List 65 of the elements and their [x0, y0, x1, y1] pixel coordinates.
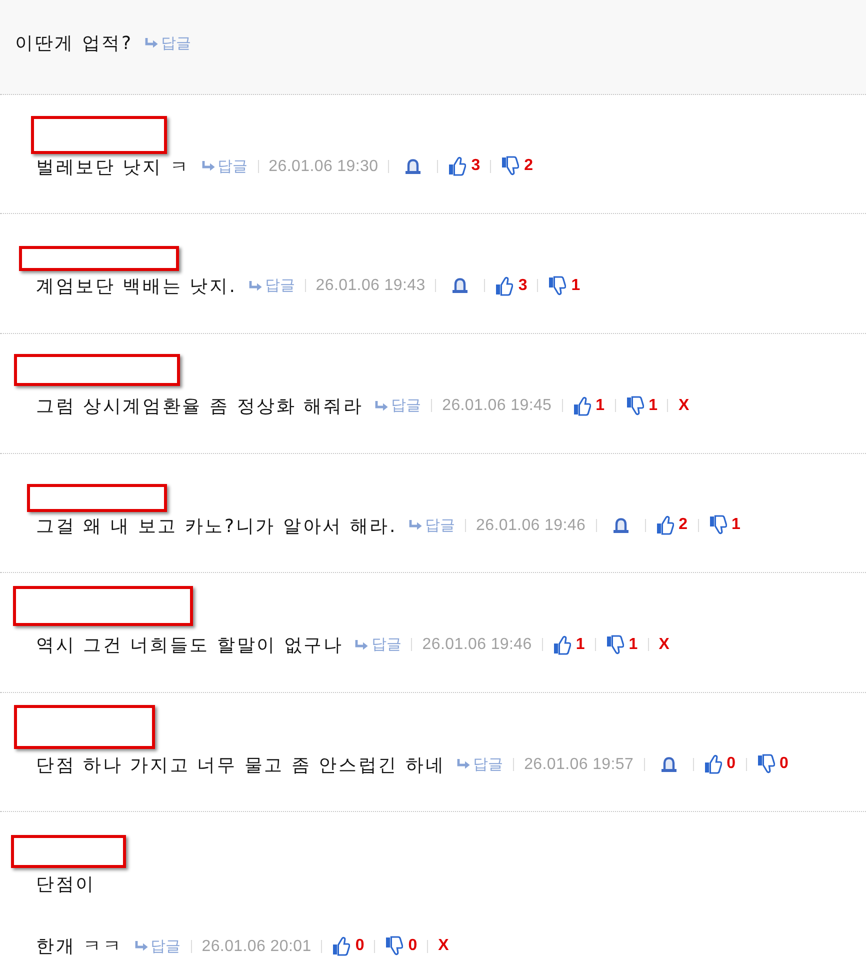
comment-date: 26.01.06 19:45 — [442, 396, 552, 416]
dislike-button[interactable]: 1 — [606, 634, 638, 655]
reply-arrow-icon — [375, 400, 388, 410]
reply-arrow-icon — [248, 280, 262, 291]
dislike-button[interactable]: 1 — [708, 515, 740, 536]
delete-button[interactable]: X — [438, 937, 449, 955]
reply-link[interactable]: 답글 — [457, 748, 504, 780]
comment-text: 그럼 상시계엄환율 좀 정상화 해줘라 — [36, 396, 364, 417]
dislike-button[interactable]: 0 — [385, 936, 418, 956]
comment-date: 26.01.06 19:46 — [476, 516, 586, 536]
siren-icon[interactable] — [612, 518, 629, 533]
reply-arrow-icon — [202, 161, 215, 172]
reply-arrow-icon — [355, 640, 368, 650]
like-button[interactable]: 3 — [448, 156, 480, 176]
delete-button[interactable]: X — [658, 636, 670, 654]
reply-arrow-icon — [457, 759, 470, 770]
siren-icon[interactable] — [660, 756, 677, 772]
comment-text: 그걸 왜 내 보고 카노?니가 알아서 해라. — [36, 516, 398, 536]
reply-link[interactable]: 답글 — [375, 390, 422, 421]
comment-date: 26.01.06 19:30 — [268, 156, 378, 177]
like-button[interactable]: 2 — [656, 515, 688, 536]
post-text: 이딴게 업적? — [15, 33, 133, 54]
thumbs-up-icon — [448, 156, 466, 176]
thumbs-down-icon — [756, 754, 775, 774]
thumbs-down-icon — [708, 515, 726, 536]
thumbs-up-icon — [704, 754, 722, 774]
thumbs-up-icon — [495, 276, 514, 296]
reply-link[interactable]: 답글 — [134, 930, 181, 962]
comment-text: 역시 그건 너희들도 할말이 없구나 — [36, 635, 344, 656]
thumbs-down-icon — [626, 396, 644, 416]
like-button[interactable]: 0 — [332, 936, 364, 956]
reply-link[interactable]: 답글 — [248, 270, 295, 302]
thumbs-down-icon — [385, 936, 404, 956]
reply-link[interactable]: 답글 — [355, 629, 402, 660]
dislike-button[interactable]: 1 — [626, 396, 658, 416]
thumbs-up-icon — [332, 936, 350, 956]
like-button[interactable]: 3 — [495, 276, 528, 296]
comment-text: 단점이 한개 ㅋㅋ — [36, 874, 123, 958]
comment-text: 계엄보단 백배는 낫지. — [36, 276, 237, 298]
reply-arrow-icon — [134, 941, 148, 951]
reply-link[interactable]: 답글 — [202, 150, 248, 182]
thumbs-up-icon — [572, 396, 591, 416]
reply-link[interactable]: 답글 — [409, 510, 456, 541]
like-button[interactable]: 0 — [704, 754, 736, 774]
thumbs-down-icon — [606, 634, 624, 655]
like-button[interactable]: 1 — [552, 634, 585, 655]
comment-text: 단점 하나 가지고 너무 물고 좀 안스럽긴 하네 — [36, 754, 446, 776]
dislike-button[interactable]: 0 — [756, 754, 788, 774]
reply-arrow-icon — [144, 38, 158, 48]
dislike-button[interactable]: 1 — [548, 276, 580, 296]
siren-icon[interactable] — [405, 158, 422, 174]
like-button[interactable]: 1 — [572, 396, 605, 416]
comment-date: 26.01.06 20:01 — [202, 936, 312, 956]
thumbs-down-icon — [548, 276, 566, 296]
thumbs-down-icon — [501, 156, 520, 176]
delete-button[interactable]: X — [678, 396, 690, 414]
dislike-button[interactable]: 2 — [501, 156, 534, 176]
comment-text: 벌레보단 낫지 ㅋ — [36, 156, 190, 178]
comment-date: 26.01.06 19:57 — [524, 754, 634, 775]
reply-arrow-icon — [409, 520, 422, 530]
comment-date: 26.01.06 19:43 — [316, 276, 426, 296]
thumbs-up-icon — [656, 515, 674, 536]
thumbs-up-icon — [552, 634, 571, 655]
siren-icon[interactable] — [452, 278, 468, 294]
comment-date: 26.01.06 19:46 — [422, 635, 532, 656]
